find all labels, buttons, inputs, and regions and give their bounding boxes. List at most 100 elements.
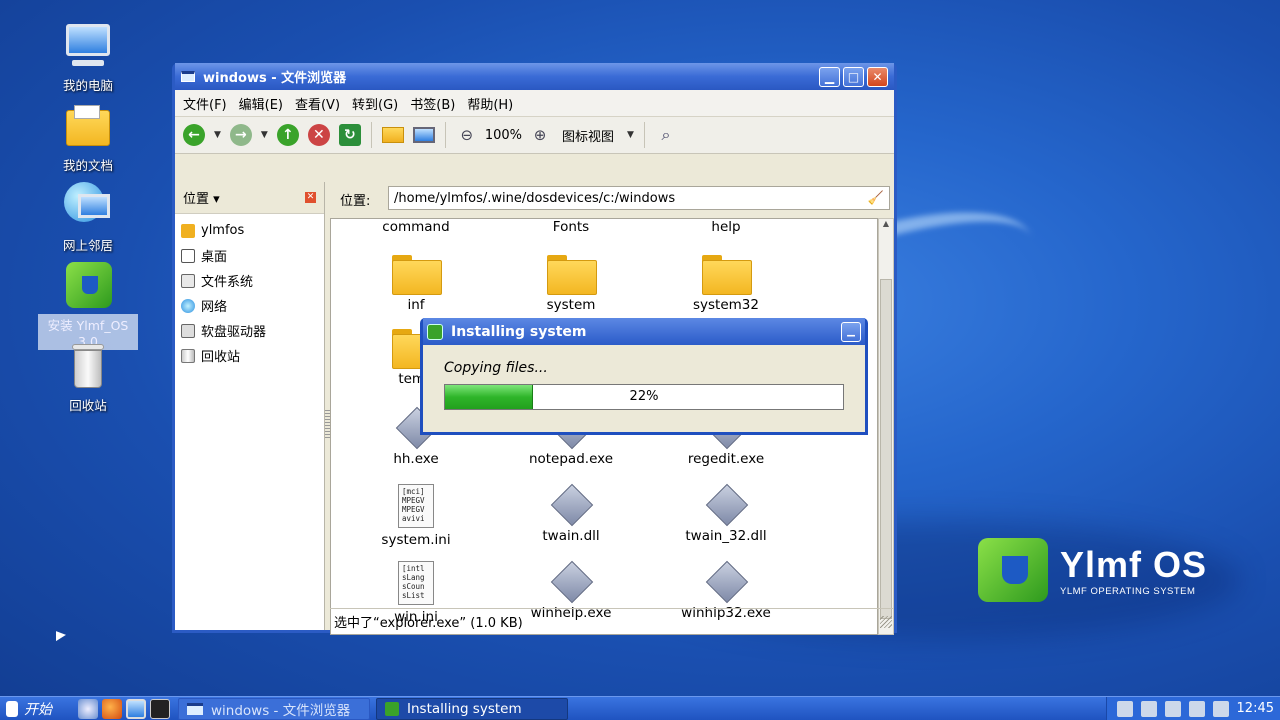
vertical-scrollbar[interactable]: ▲	[878, 218, 894, 635]
folder-icon	[702, 255, 752, 295]
sidebar-close-icon[interactable]: ✕	[305, 192, 316, 203]
desktop-icon-label: 我的电脑	[62, 78, 113, 93]
location-label: 位置:	[340, 194, 371, 209]
menu-file[interactable]: 文件(F)	[183, 94, 227, 113]
search-button[interactable]: ⌕	[653, 122, 679, 148]
window-app-icon	[181, 71, 195, 82]
file-name: help	[711, 219, 741, 235]
sidebar-item-label: 桌面	[201, 250, 228, 265]
status-bar: 选中了“explorer.exe” (1.0 KB)	[330, 608, 894, 631]
file-item[interactable]: twain_32.dll	[656, 484, 796, 544]
tray-volume-icon[interactable]	[1212, 700, 1229, 717]
file-item[interactable]: twain.dll	[501, 484, 641, 544]
folder-item[interactable]: system32	[656, 255, 796, 313]
folder-label-item[interactable]: help	[656, 219, 796, 235]
sidebar-item-network[interactable]: 网络	[175, 293, 324, 318]
back-history-dropdown[interactable]: ▼	[214, 130, 221, 140]
reload-button[interactable]: ↻	[337, 122, 363, 148]
folder-label-item[interactable]: Fonts	[501, 219, 641, 235]
desktop-icon-install-ylmf[interactable]: 安装 Ylmf_OS 3.0	[38, 262, 138, 350]
progress-text: 22%	[629, 389, 659, 404]
menu-view[interactable]: 查看(V)	[295, 94, 340, 113]
sidebar-item-label: 软盘驱动器	[201, 325, 267, 340]
file-name: notepad.exe	[528, 451, 614, 467]
forward-button[interactable]: →	[228, 122, 254, 148]
back-button[interactable]: ←	[181, 122, 207, 148]
menu-edit[interactable]: 编辑(E)	[239, 94, 283, 113]
brand-tagline: YLMF OPERATING SYSTEM	[1060, 585, 1196, 597]
menu-help[interactable]: 帮助(H)	[467, 94, 513, 113]
scroll-up-icon[interactable]: ▲	[879, 219, 893, 228]
tray-tool-icon[interactable]	[1116, 700, 1133, 717]
clear-location-icon[interactable]: 🧹	[868, 191, 884, 206]
tray-network-icon[interactable]	[1188, 700, 1205, 717]
desktop-icon-my-computer[interactable]: 我的电脑	[38, 22, 138, 95]
window-titlebar[interactable]: windows - 文件浏览器 ▁ □ ✕	[175, 63, 894, 90]
home-button[interactable]	[380, 122, 406, 148]
folder-icon	[64, 102, 112, 150]
file-name: system	[546, 297, 596, 313]
desktop-icon-label: 我的文档	[62, 158, 113, 173]
sidebar-item-label: 回收站	[201, 350, 241, 365]
file-name: inf	[407, 297, 425, 313]
quicklaunch-browser-icon[interactable]	[78, 698, 98, 719]
executable-icon	[551, 484, 591, 524]
sidebar-item-trash[interactable]: 回收站	[175, 343, 324, 368]
folder-item[interactable]: system	[501, 255, 641, 313]
ylmf-brand: Ylmf OS YLMF OPERATING SYSTEM	[978, 538, 1207, 602]
computer-icon	[412, 127, 435, 143]
task-label: Installing system	[407, 700, 522, 717]
terminal-icon[interactable]	[150, 698, 170, 719]
view-mode-select[interactable]: 图标视图	[562, 126, 614, 145]
zoom-out-button[interactable]: ⊖	[454, 122, 480, 148]
tray-keyboard-icon[interactable]	[1140, 700, 1157, 717]
view-mode-dropdown[interactable]: ▼	[627, 130, 634, 140]
resize-grip[interactable]	[880, 616, 892, 628]
menu-go[interactable]: 转到(G)	[352, 94, 398, 113]
folder-item[interactable]: inf	[346, 255, 486, 313]
firefox-icon[interactable]	[102, 698, 122, 719]
sidebar-places-dropdown[interactable]: 位置 ▾	[183, 188, 220, 207]
desktop-icon-my-documents[interactable]: 我的文档	[38, 102, 138, 175]
executable-icon	[706, 561, 746, 601]
start-button[interactable]: 开始	[0, 697, 76, 720]
sidebar-item-floppy[interactable]: 软盘驱动器	[175, 318, 324, 343]
task-installing-system[interactable]: Installing system	[376, 697, 568, 720]
dialog-message: Copying files...	[444, 360, 548, 376]
minimize-button[interactable]: ▁	[819, 66, 840, 87]
dialog-minimize-button[interactable]: ▁	[841, 321, 861, 342]
folder-label-item[interactable]: command	[346, 219, 486, 235]
clock[interactable]: 12:45	[1237, 701, 1274, 716]
desktop-icon-recycle-bin[interactable]: 回收站	[38, 342, 138, 415]
computer-icon	[64, 22, 112, 70]
zoom-in-button[interactable]: ⊕	[527, 122, 553, 148]
sidebar-item-desktop[interactable]: 桌面	[175, 243, 324, 268]
floppy-icon	[181, 323, 195, 338]
desktop-icon-network[interactable]: 网上邻居	[38, 182, 138, 255]
stop-button[interactable]: ✕	[306, 122, 332, 148]
sidebar: 位置 ▾ ✕ ylmfos 桌面 文件系统 网络 软盘驱动器 回收站	[175, 182, 325, 630]
show-desktop-icon[interactable]	[126, 698, 146, 719]
file-item[interactable]: [mci] MPEGV MPEGV avivi system.ini	[346, 484, 486, 548]
reload-icon: ↻	[338, 124, 361, 146]
close-button[interactable]: ✕	[867, 66, 888, 87]
toolbar: ← ▼ → ▼ ↑ ✕ ↻ ⊖ 100% ⊕ 图标视图 ▼ ⌕	[175, 116, 894, 154]
zoom-in-icon: ⊕	[533, 126, 547, 144]
desktop-icon	[181, 248, 195, 263]
file-name: command	[382, 219, 450, 235]
dialog-titlebar[interactable]: Installing system ▁	[423, 318, 865, 345]
up-button[interactable]: ↑	[275, 122, 301, 148]
scrollbar-thumb[interactable]	[880, 279, 892, 619]
dialog-title: Installing system	[451, 323, 587, 340]
ylmf-app-icon	[427, 323, 443, 340]
sidebar-item-home[interactable]: ylmfos	[175, 218, 324, 243]
tray-display-icon[interactable]	[1164, 700, 1181, 717]
menu-bookmarks[interactable]: 书签(B)	[410, 94, 455, 113]
forward-history-dropdown[interactable]: ▼	[261, 130, 268, 140]
location-input[interactable]: /home/ylmfos/.wine/dosdevices/c:/windows…	[388, 186, 890, 210]
executable-icon	[551, 561, 591, 601]
maximize-button[interactable]: □	[843, 66, 864, 87]
computer-button[interactable]	[411, 122, 437, 148]
sidebar-item-filesystem[interactable]: 文件系统	[175, 268, 324, 293]
task-file-browser[interactable]: windows - 文件浏览器	[178, 697, 370, 720]
